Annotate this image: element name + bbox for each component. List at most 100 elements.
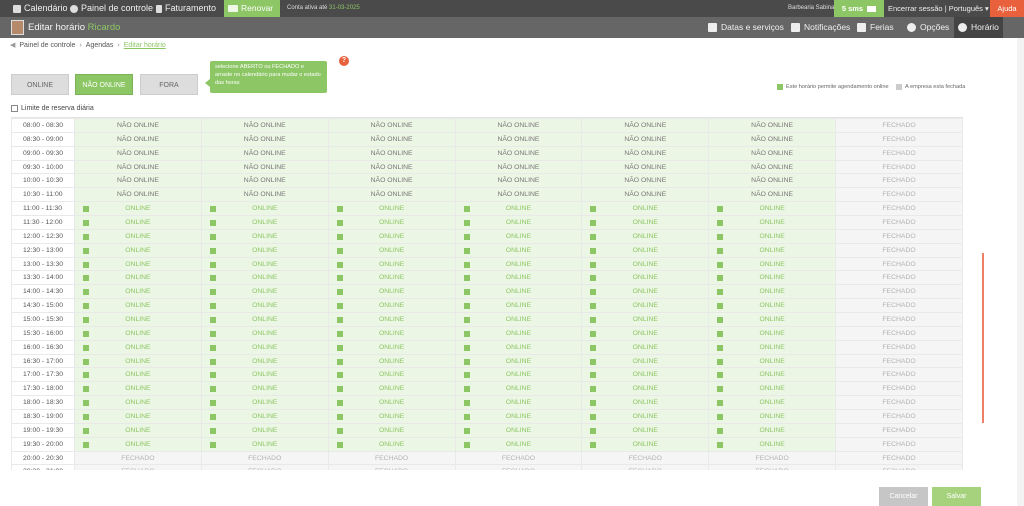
schedule-cell[interactable]: FECHADO <box>835 270 963 286</box>
schedule-cell[interactable]: ONLINE <box>454 256 583 272</box>
schedule-cell[interactable]: NÃO ONLINE <box>708 131 837 147</box>
schedule-cell[interactable]: ONLINE <box>708 395 837 411</box>
schedule-cell[interactable]: ONLINE <box>708 242 837 258</box>
schedule-cell[interactable]: FECHADO <box>835 145 963 161</box>
schedule-cell[interactable]: ONLINE <box>327 284 456 300</box>
schedule-cell[interactable]: ONLINE <box>200 242 329 258</box>
mode-online-button[interactable]: ONLINE <box>11 74 69 95</box>
schedule-cell[interactable]: ONLINE <box>200 228 329 244</box>
nav-calendario[interactable]: Calendário <box>13 0 68 17</box>
schedule-cell[interactable]: ONLINE <box>74 395 202 411</box>
schedule-cell[interactable]: NÃO ONLINE <box>200 131 329 147</box>
schedule-cell[interactable]: ONLINE <box>454 242 583 258</box>
schedule-cell[interactable]: ONLINE <box>454 312 583 327</box>
schedule-cell[interactable]: ONLINE <box>200 395 329 411</box>
schedule-cell[interactable]: ONLINE <box>200 256 329 272</box>
schedule-cell[interactable]: NÃO ONLINE <box>581 131 710 147</box>
schedule-cell[interactable]: FECHADO <box>835 228 963 244</box>
cancel-button[interactable]: Cancelar <box>879 487 928 506</box>
tab-notificacoes[interactable]: Notificações <box>787 17 854 38</box>
schedule-cell[interactable]: ONLINE <box>581 228 710 244</box>
schedule-cell[interactable]: ONLINE <box>581 353 710 369</box>
schedule-cell[interactable]: ONLINE <box>581 298 710 314</box>
schedule-cell[interactable]: ONLINE <box>74 242 202 258</box>
schedule-cell[interactable]: ONLINE <box>327 298 456 314</box>
mode-fora-button[interactable]: FORA <box>140 74 198 95</box>
schedule-cell[interactable]: NÃO ONLINE <box>74 159 202 175</box>
schedule-cell[interactable]: FECHADO <box>835 118 963 133</box>
nav-faturamento[interactable]: Faturamento <box>156 0 216 17</box>
limite-checkbox[interactable] <box>11 105 18 112</box>
schedule-cell[interactable]: ONLINE <box>74 353 202 369</box>
schedule-cell[interactable]: ONLINE <box>327 312 456 327</box>
schedule-cell[interactable]: NÃO ONLINE <box>454 187 583 203</box>
nav-painel[interactable]: Painel de controle <box>70 0 153 17</box>
schedule-cell[interactable]: ONLINE <box>708 339 837 355</box>
schedule-cell[interactable]: ONLINE <box>200 284 329 300</box>
schedule-cell[interactable]: ONLINE <box>200 409 329 424</box>
schedule-cell[interactable]: FECHADO <box>835 312 963 327</box>
schedule-cell[interactable]: NÃO ONLINE <box>200 118 329 133</box>
schedule-cell[interactable]: ONLINE <box>581 409 710 424</box>
schedule-cell[interactable]: FECHADO <box>327 450 456 466</box>
schedule-cell[interactable]: FECHADO <box>835 256 963 272</box>
breadcrumb-item-painel[interactable]: Painel de controle <box>19 41 75 51</box>
schedule-cell[interactable]: ONLINE <box>708 228 837 244</box>
schedule-cell[interactable]: ONLINE <box>454 270 583 286</box>
schedule-cell[interactable]: ONLINE <box>200 381 329 397</box>
schedule-cell[interactable]: ONLINE <box>708 312 837 327</box>
schedule-cell[interactable]: NÃO ONLINE <box>327 145 456 161</box>
schedule-cell[interactable]: ONLINE <box>74 228 202 244</box>
schedule-cell[interactable]: ONLINE <box>74 339 202 355</box>
schedule-cell[interactable]: FECHADO <box>708 450 837 466</box>
schedule-cell[interactable]: NÃO ONLINE <box>454 173 583 189</box>
schedule-cell[interactable]: ONLINE <box>454 339 583 355</box>
schedule-cell[interactable]: ONLINE <box>74 270 202 286</box>
schedule-cell[interactable]: ONLINE <box>581 256 710 272</box>
schedule-cell[interactable]: FECHADO <box>835 284 963 300</box>
schedule-cell[interactable]: NÃO ONLINE <box>74 131 202 147</box>
schedule-cell[interactable]: ONLINE <box>581 201 710 217</box>
schedule-cell[interactable]: ONLINE <box>200 339 329 355</box>
schedule-cell[interactable]: ONLINE <box>200 353 329 369</box>
schedule-cell[interactable]: NÃO ONLINE <box>74 118 202 133</box>
schedule-cell[interactable]: ONLINE <box>200 215 329 230</box>
schedule-cell[interactable]: ONLINE <box>327 422 456 438</box>
schedule-cell[interactable]: ONLINE <box>454 395 583 411</box>
schedule-cell[interactable]: FECHADO <box>835 242 963 258</box>
schedule-cell[interactable]: FECHADO <box>835 353 963 369</box>
schedule-cell[interactable]: ONLINE <box>454 201 583 217</box>
schedule-cell[interactable]: FECHADO <box>835 215 963 230</box>
schedule-cell[interactable]: NÃO ONLINE <box>200 159 329 175</box>
schedule-cell[interactable]: ONLINE <box>327 270 456 286</box>
schedule-cell[interactable]: NÃO ONLINE <box>708 118 837 133</box>
schedule-cell[interactable]: ONLINE <box>581 325 710 341</box>
schedule-cell[interactable]: ONLINE <box>327 256 456 272</box>
schedule-cell[interactable]: ONLINE <box>327 353 456 369</box>
mode-nao-online-button[interactable]: NÃO ONLINE <box>75 74 133 95</box>
breadcrumb-item-agendas[interactable]: Agendas <box>86 41 114 51</box>
schedule-cell[interactable]: NÃO ONLINE <box>581 173 710 189</box>
schedule-cell[interactable]: FECHADO <box>835 450 963 466</box>
scrollbar[interactable] <box>1017 38 1024 506</box>
schedule-cell[interactable]: NÃO ONLINE <box>708 173 837 189</box>
schedule-cell[interactable]: ONLINE <box>200 201 329 217</box>
save-button[interactable]: Salvar <box>932 487 981 506</box>
schedule-cell[interactable]: FECHADO <box>835 422 963 438</box>
schedule-cell[interactable]: ONLINE <box>74 367 202 383</box>
schedule-cell[interactable]: FECHADO <box>835 325 963 341</box>
schedule-cell[interactable]: ONLINE <box>74 422 202 438</box>
schedule-cell[interactable]: ONLINE <box>454 367 583 383</box>
schedule-cell[interactable]: ONLINE <box>327 409 456 424</box>
schedule-cell[interactable]: ONLINE <box>74 284 202 300</box>
schedule-cell[interactable]: ONLINE <box>327 436 456 452</box>
session-language-menu[interactable]: Encerrar sessão | Português ▾ <box>888 0 989 17</box>
schedule-cell[interactable]: ONLINE <box>200 325 329 341</box>
schedule-cell[interactable]: ONLINE <box>200 298 329 314</box>
tab-horario[interactable]: Horário <box>954 17 1003 38</box>
schedule-cell[interactable]: ONLINE <box>74 325 202 341</box>
schedule-cell[interactable]: ONLINE <box>327 325 456 341</box>
schedule-cell[interactable]: FECHADO <box>835 187 963 203</box>
schedule-cell[interactable]: ONLINE <box>327 367 456 383</box>
schedule-cell[interactable]: FECHADO <box>835 173 963 189</box>
